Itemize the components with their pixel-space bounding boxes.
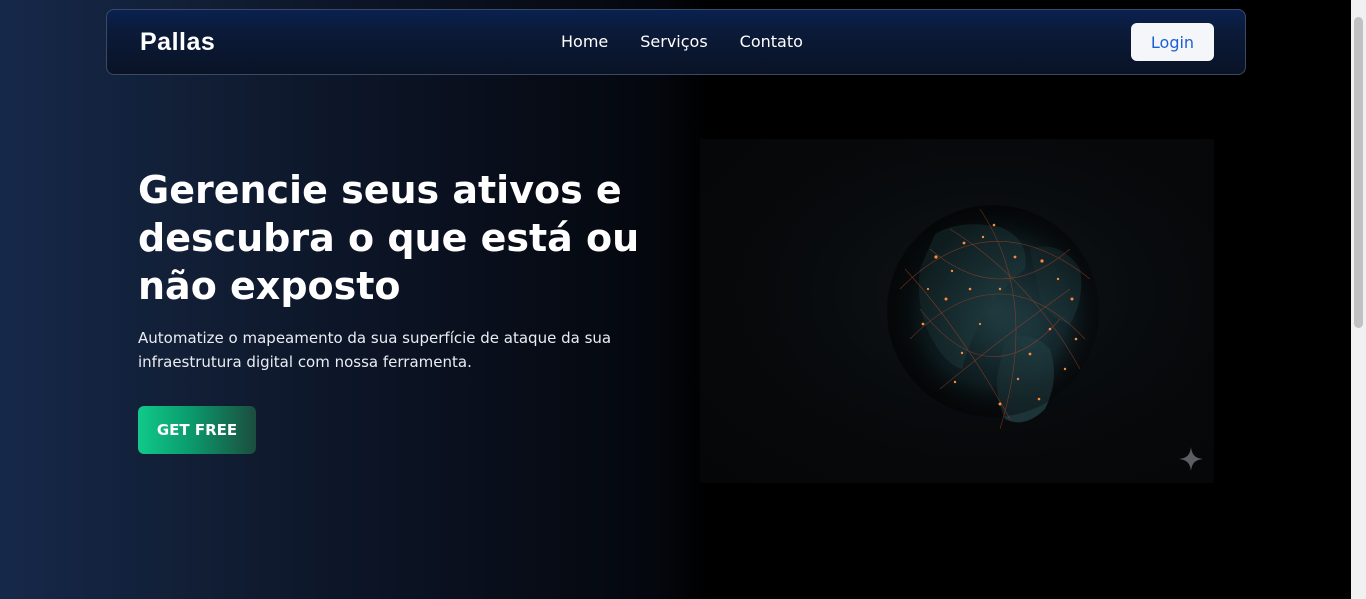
navbar: Pallas Home Serviços Contato Login <box>106 9 1246 75</box>
logo[interactable]: Pallas <box>140 28 215 57</box>
hero-subtitle: Automatize o mapeamento da sua superfíci… <box>138 329 612 371</box>
hero-title: Gerencie seus ativos e descubra o que es… <box>138 168 640 308</box>
nav-link-contato[interactable]: Contato <box>740 32 803 51</box>
nav-links: Home Serviços Contato <box>561 32 803 51</box>
nav-link-servicos[interactable]: Serviços <box>640 32 707 51</box>
globe-network-image <box>887 205 1099 430</box>
hero-visual <box>700 139 1214 483</box>
login-button[interactable]: Login <box>1131 23 1214 61</box>
scrollbar-thumb[interactable] <box>1354 17 1363 328</box>
sparkle-icon <box>1179 447 1203 471</box>
nav-link-home[interactable]: Home <box>561 32 608 51</box>
get-free-button[interactable]: GET FREE <box>138 406 256 454</box>
